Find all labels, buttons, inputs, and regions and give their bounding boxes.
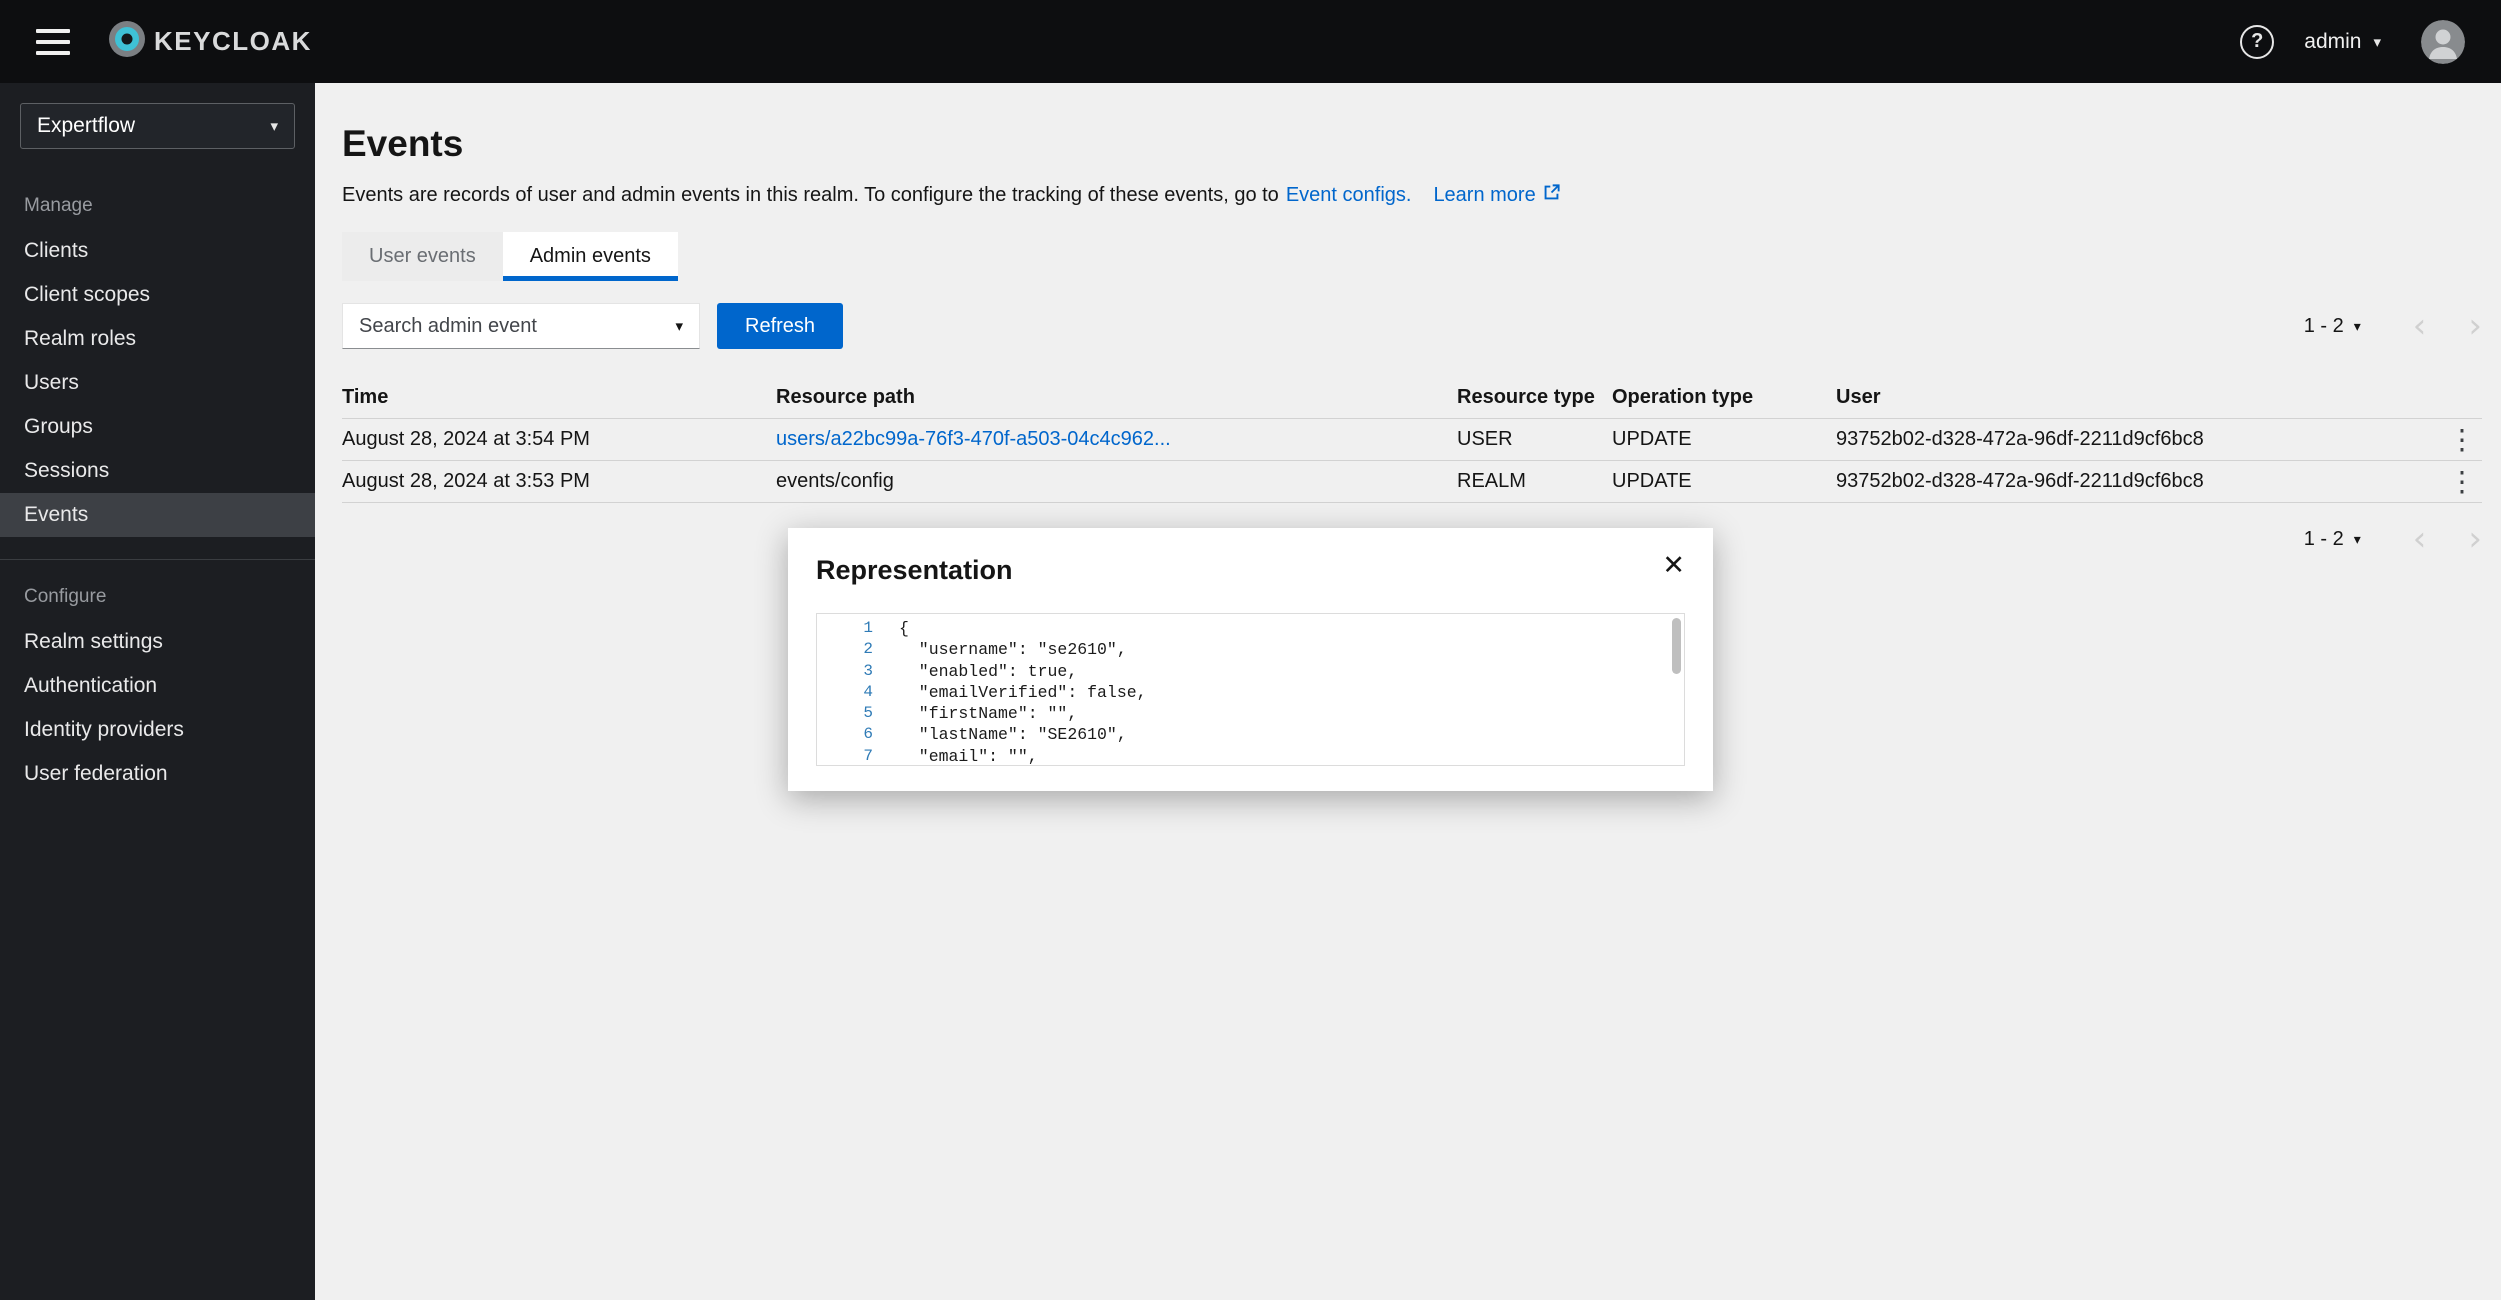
cell-time: August 28, 2024 at 3:53 PM <box>342 470 776 493</box>
sidebar-item-user-federation[interactable]: User federation <box>0 752 315 796</box>
caret-down-icon: ▾ <box>270 117 278 135</box>
top-bar: KEYCLOAK ? admin ▾ <box>0 0 2501 83</box>
sidebar-item-authentication[interactable]: Authentication <box>0 664 315 708</box>
sidebar-item-identity-providers[interactable]: Identity providers <box>0 708 315 752</box>
brand-text: KEYCLOAK <box>154 26 312 57</box>
chevron-left-icon[interactable]: ‹ <box>2413 529 2427 549</box>
caret-down-icon[interactable]: ▾ <box>2354 318 2361 335</box>
tab-admin-events[interactable]: Admin events <box>503 232 678 281</box>
code-content: { "username": "se2610", "enabled": true,… <box>873 618 1147 766</box>
toolbar: Search admin event ▾ Refresh 1 - 2 ▾ ‹ › <box>342 303 2482 349</box>
close-icon[interactable]: ✕ <box>1662 552 1685 579</box>
cell-resource-type: REALM <box>1457 470 1612 493</box>
sidebar-item-realm-roles[interactable]: Realm roles <box>0 317 315 361</box>
search-admin-event-select[interactable]: Search admin event ▾ <box>342 303 700 349</box>
column-time: Time <box>342 386 776 409</box>
section-title-configure: Configure <box>0 560 315 620</box>
column-resource-type: Resource type <box>1457 386 1612 409</box>
refresh-button[interactable]: Refresh <box>717 303 843 349</box>
user-menu-label: admin <box>2304 30 2361 54</box>
page-title: Events <box>342 123 2482 165</box>
chevron-right-icon[interactable]: › <box>2468 316 2482 336</box>
column-operation-type: Operation type <box>1612 386 1836 409</box>
cell-resource-path: events/config <box>776 470 1457 493</box>
search-select-value: Search admin event <box>359 315 537 338</box>
pagination-top: 1 - 2 ▾ ‹ › <box>2304 303 2482 349</box>
kebab-menu-icon[interactable]: ⋮ <box>2442 423 2482 456</box>
caret-down-icon: ▾ <box>2373 33 2381 51</box>
user-menu[interactable]: admin ▾ <box>2304 30 2381 54</box>
realm-selector[interactable]: Expertflow ▾ <box>20 103 295 149</box>
keycloak-logo-icon <box>106 18 148 65</box>
column-user: User <box>1836 386 2407 409</box>
caret-down-icon: ▾ <box>675 317 683 335</box>
section-title-manage: Manage <box>0 169 315 229</box>
external-link-icon <box>1542 183 1561 208</box>
page-description: Events are records of user and admin eve… <box>342 183 2482 208</box>
line-number-gutter: 1 2 3 4 5 6 7 <box>817 618 873 766</box>
sidebar-item-events[interactable]: Events <box>0 493 315 537</box>
description-text: Events are records of user and admin eve… <box>342 184 1279 207</box>
menu-icon[interactable] <box>36 29 70 55</box>
learn-more-link[interactable]: Learn more <box>1433 183 1560 208</box>
pagination-range: 1 - 2 <box>2304 528 2344 551</box>
cell-operation-type: UPDATE <box>1612 470 1836 493</box>
tab-user-events[interactable]: User events <box>342 232 503 281</box>
avatar-icon[interactable] <box>2421 20 2465 64</box>
chevron-right-icon[interactable]: › <box>2468 529 2482 549</box>
event-configs-link[interactable]: Event configs. <box>1286 184 1412 207</box>
cell-user: 93752b02-d328-472a-96df-2211d9cf6bc8 <box>1836 428 2407 451</box>
table-header-row: Time Resource path Resource type Operati… <box>342 377 2482 419</box>
cell-operation-type: UPDATE <box>1612 428 1836 451</box>
cell-time: August 28, 2024 at 3:54 PM <box>342 428 776 451</box>
admin-events-table: Time Resource path Resource type Operati… <box>342 377 2482 503</box>
pagination-range: 1 - 2 <box>2304 315 2344 338</box>
representation-modal: Representation ✕ 1 2 3 4 5 6 7 { "userna… <box>788 528 1713 791</box>
sidebar-section-configure: Configure Realm settings Authentication … <box>0 559 315 796</box>
keycloak-logo: KEYCLOAK <box>106 18 312 65</box>
sidebar-item-groups[interactable]: Groups <box>0 405 315 449</box>
resource-path-link[interactable]: users/a22bc99a-76f3-470f-a503-04c4c962..… <box>776 428 1171 450</box>
sidebar-item-clients[interactable]: Clients <box>0 229 315 273</box>
caret-down-icon[interactable]: ▾ <box>2354 531 2361 548</box>
sidebar-item-sessions[interactable]: Sessions <box>0 449 315 493</box>
sidebar: Expertflow ▾ Manage Clients Client scope… <box>0 83 315 1300</box>
realm-selector-value: Expertflow <box>37 114 135 138</box>
tab-bar: User events Admin events <box>342 232 2482 281</box>
sidebar-item-realm-settings[interactable]: Realm settings <box>0 620 315 664</box>
help-icon[interactable]: ? <box>2240 25 2274 59</box>
table-row: August 28, 2024 at 3:54 PM users/a22bc99… <box>342 419 2482 461</box>
sidebar-item-users[interactable]: Users <box>0 361 315 405</box>
cell-resource-type: USER <box>1457 428 1612 451</box>
editor-scrollbar-thumb[interactable] <box>1672 618 1681 674</box>
table-row: August 28, 2024 at 3:53 PM events/config… <box>342 461 2482 503</box>
representation-code-editor[interactable]: 1 2 3 4 5 6 7 { "username": "se2610", "e… <box>816 613 1685 766</box>
editor-scrollbar[interactable] <box>1672 618 1681 761</box>
learn-more-label: Learn more <box>1433 184 1535 207</box>
column-resource-path: Resource path <box>776 386 1457 409</box>
modal-title: Representation <box>816 555 1013 586</box>
kebab-menu-icon[interactable]: ⋮ <box>2442 465 2482 498</box>
chevron-left-icon[interactable]: ‹ <box>2413 316 2427 336</box>
sidebar-item-client-scopes[interactable]: Client scopes <box>0 273 315 317</box>
cell-user: 93752b02-d328-472a-96df-2211d9cf6bc8 <box>1836 470 2407 493</box>
sidebar-section-manage: Manage Clients Client scopes Realm roles… <box>0 169 315 537</box>
